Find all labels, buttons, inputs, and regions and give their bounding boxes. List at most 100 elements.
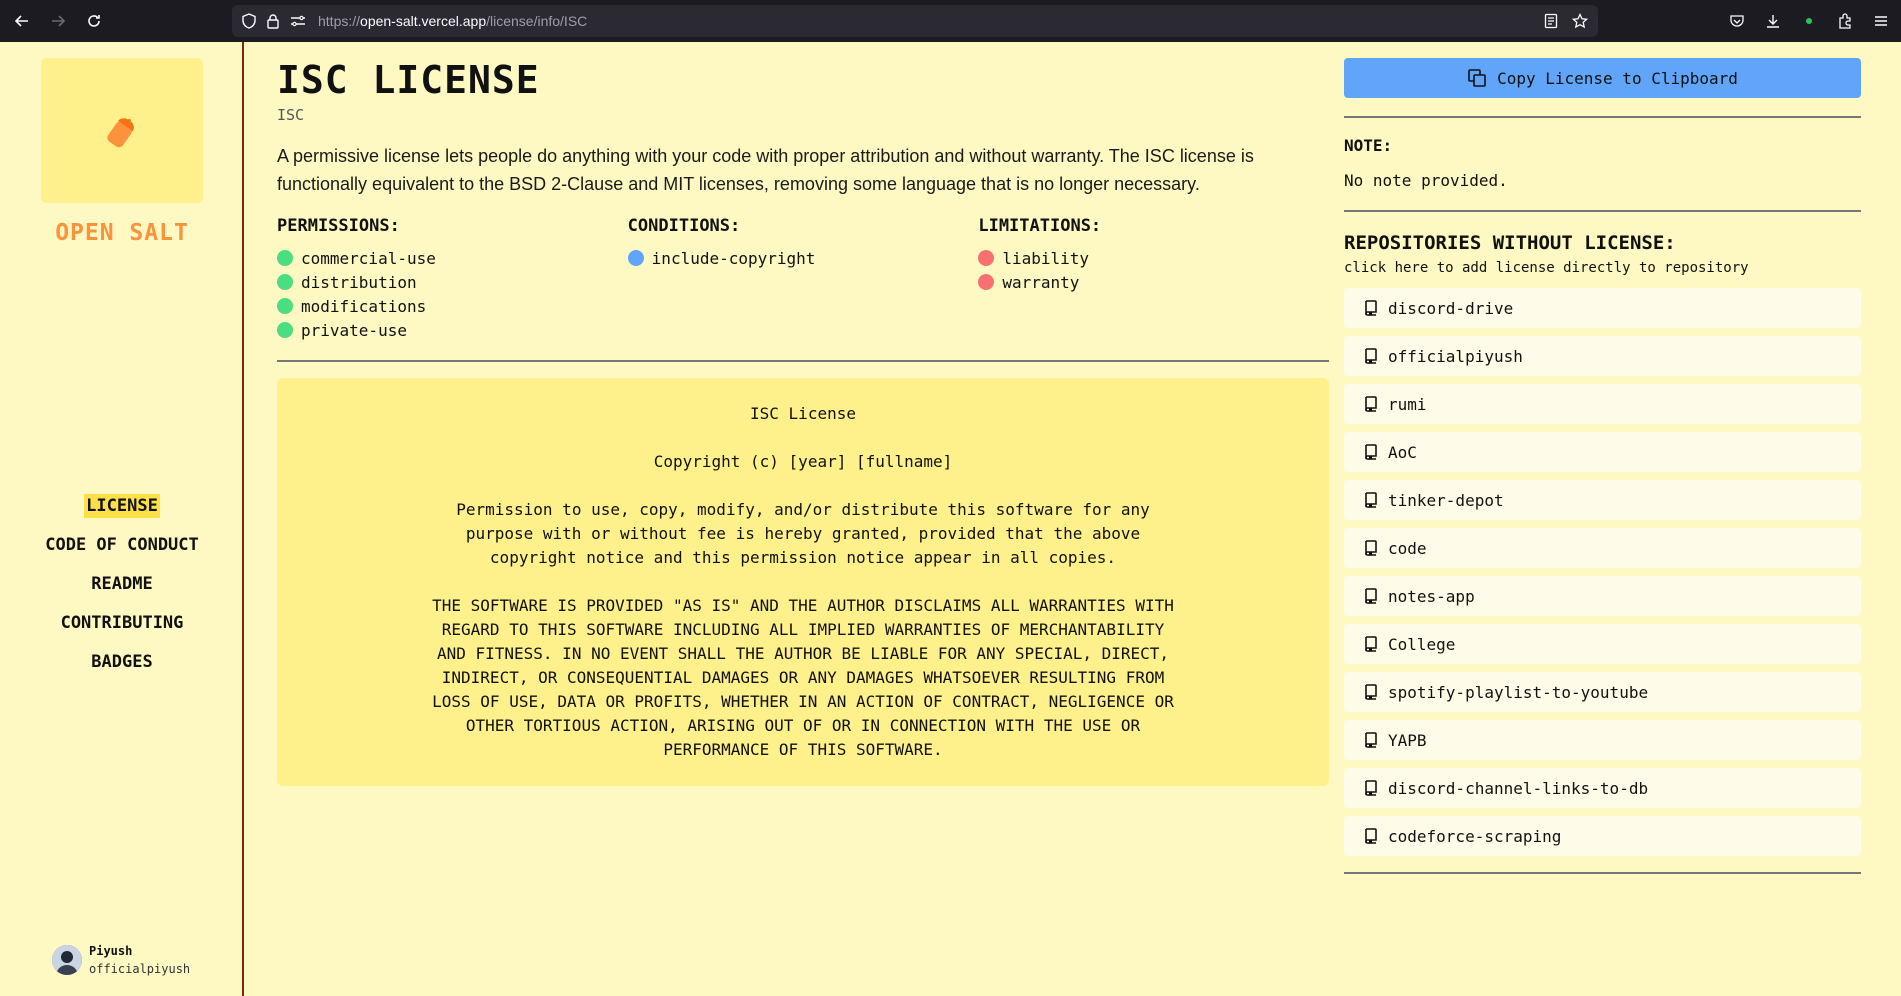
- green-dot-icon: [277, 322, 293, 338]
- forward-button[interactable]: [44, 7, 72, 35]
- condition-item: include-copyright: [627, 246, 979, 270]
- divider: [1344, 872, 1861, 874]
- repo-icon: [1365, 828, 1377, 844]
- repo-item-spotify-playlist-to-youtube[interactable]: spotify-playlist-to-youtube: [1344, 672, 1861, 712]
- sidebar-item-license[interactable]: LICENSE: [84, 494, 160, 518]
- salt-shaker-icon: [107, 117, 134, 147]
- repos-subheading: click here to add license directly to re…: [1344, 260, 1749, 276]
- repo-icon: [1365, 588, 1377, 604]
- permission-item: commercial-use: [277, 246, 628, 270]
- permission-item: modifications: [277, 294, 628, 318]
- repo-icon: [1365, 540, 1377, 556]
- permissions-icon: [291, 15, 305, 27]
- back-arrow-icon: [14, 15, 28, 27]
- license-text-title: ISC License: [750, 404, 856, 423]
- copy-license-label: Copy License to Clipboard: [1497, 68, 1738, 88]
- repo-icon: [1365, 444, 1377, 460]
- repo-item-discord-channel-links-to-db[interactable]: discord-channel-links-to-db: [1344, 768, 1861, 808]
- repo-item-codeforce-scraping[interactable]: codeforce-scraping: [1344, 816, 1861, 856]
- sidebar-item-code-of-conduct[interactable]: CODE OF CONDUCT: [43, 533, 201, 557]
- blue-dot-icon: [627, 250, 644, 266]
- sidebar-nav: LICENSE CODE OF CONDUCT README CONTRIBUT…: [0, 494, 244, 674]
- permission-item: private-use: [277, 318, 628, 342]
- browser-toolbar: https://open-salt.vercel.app/license/inf…: [0, 0, 1901, 42]
- repo-icon: [1365, 300, 1377, 316]
- repo-item-tinker-depot[interactable]: tinker-depot: [1344, 480, 1861, 520]
- license-spdx-id: ISC: [277, 106, 305, 124]
- green-dot-icon: [277, 274, 293, 290]
- bookmark-star-icon[interactable]: [1572, 13, 1588, 29]
- lock-icon: [267, 14, 279, 29]
- repo-item-discord-drive[interactable]: discord-drive: [1344, 288, 1861, 328]
- permissions-heading: PERMISSIONS:: [277, 216, 400, 236]
- repo-icon: [1365, 348, 1377, 364]
- divider: [1344, 210, 1861, 212]
- repo-item-code[interactable]: code: [1344, 528, 1861, 568]
- sidebar-item-readme[interactable]: README: [89, 572, 154, 596]
- green-dot-icon: [277, 250, 293, 266]
- repo-icon: [1365, 684, 1377, 700]
- limitations-column: LIMITATIONS: liability warranty: [978, 216, 1329, 342]
- avatar: [52, 945, 82, 975]
- divider: [277, 360, 1329, 362]
- extensions-puzzle-icon[interactable]: [1837, 13, 1853, 29]
- repo-item-officialpiyush[interactable]: officialpiyush: [1344, 336, 1861, 376]
- license-actions-panel: Copy License to Clipboard NOTE: No note …: [1344, 42, 1861, 874]
- repo-icon: [1365, 396, 1377, 412]
- conditions-column: CONDITIONS: include-copyright: [627, 216, 979, 342]
- green-dot-icon: [277, 298, 293, 314]
- license-text-permission: Permission to use, copy, modify, and/or …: [456, 500, 1150, 567]
- repo-icon: [1365, 780, 1377, 796]
- note-text: No note provided.: [1344, 171, 1508, 190]
- sidebar-item-contributing[interactable]: CONTRIBUTING: [59, 611, 186, 635]
- repo-item-notes-app[interactable]: notes-app: [1344, 576, 1861, 616]
- forward-arrow-icon: [52, 15, 66, 27]
- repo-icon: [1365, 732, 1377, 748]
- repos-heading: REPOSITORIES WITHOUT LICENSE:: [1344, 232, 1676, 254]
- license-rules: PERMISSIONS: commercial-use distribution…: [277, 216, 1329, 342]
- license-text-copyright: Copyright (c) [year] [fullname]: [653, 452, 953, 471]
- pocket-icon[interactable]: [1729, 13, 1745, 29]
- url-text: https://open-salt.vercel.app/license/inf…: [318, 13, 588, 29]
- note-label: NOTE:: [1344, 136, 1393, 155]
- divider: [1344, 116, 1861, 118]
- copy-license-button[interactable]: Copy License to Clipboard: [1344, 58, 1861, 98]
- download-icon[interactable]: [1765, 13, 1781, 29]
- extension-status-icon[interactable]: [1801, 13, 1817, 29]
- user-name: Piyush: [89, 944, 133, 958]
- brand-name: OPEN SALT: [55, 220, 189, 246]
- copy-icon: [1468, 69, 1486, 87]
- license-text-box: ISC License Copyright (c) [year] [fullna…: [277, 378, 1329, 786]
- license-text-disclaimer: THE SOFTWARE IS PROVIDED "AS IS" AND THE…: [432, 596, 1174, 759]
- user-handle: officialpiyush: [89, 962, 191, 976]
- logo[interactable]: [41, 58, 203, 203]
- back-button[interactable]: [8, 7, 36, 35]
- repo-item-aoc[interactable]: AoC: [1344, 432, 1861, 472]
- conditions-heading: CONDITIONS:: [627, 216, 741, 236]
- license-main: ISC LICENSE ISC A permissive license let…: [277, 42, 1329, 786]
- license-description: A permissive license lets people do anyt…: [277, 146, 1254, 194]
- address-bar[interactable]: https://open-salt.vercel.app/license/inf…: [232, 5, 1598, 37]
- repo-icon: [1365, 636, 1377, 652]
- limitation-item: warranty: [978, 270, 1329, 294]
- red-dot-icon: [978, 250, 995, 266]
- reader-view-icon[interactable]: [1544, 13, 1558, 29]
- repo-list: discord-drive officialpiyush rumi AoC ti…: [1344, 288, 1861, 856]
- repo-item-college[interactable]: College: [1344, 624, 1861, 664]
- permissions-column: PERMISSIONS: commercial-use distribution…: [277, 216, 628, 342]
- reload-icon: [88, 15, 100, 27]
- shield-icon: [242, 13, 256, 29]
- user-profile[interactable]: Piyush officialpiyush: [52, 944, 190, 976]
- red-dot-icon: [978, 274, 995, 290]
- limitations-heading: LIMITATIONS:: [978, 216, 1102, 236]
- repo-item-yapb[interactable]: YAPB: [1344, 720, 1861, 760]
- limitation-item: liability: [978, 246, 1329, 270]
- sidebar: OPEN SALT LICENSE CODE OF CONDUCT README…: [0, 42, 244, 996]
- page-title: ISC LICENSE: [277, 58, 540, 102]
- menu-hamburger-icon[interactable]: [1873, 13, 1889, 29]
- repo-icon: [1365, 492, 1377, 508]
- reload-button[interactable]: [80, 7, 108, 35]
- repo-item-rumi[interactable]: rumi: [1344, 384, 1861, 424]
- permission-item: distribution: [277, 270, 628, 294]
- sidebar-item-badges[interactable]: BADGES: [89, 650, 154, 674]
